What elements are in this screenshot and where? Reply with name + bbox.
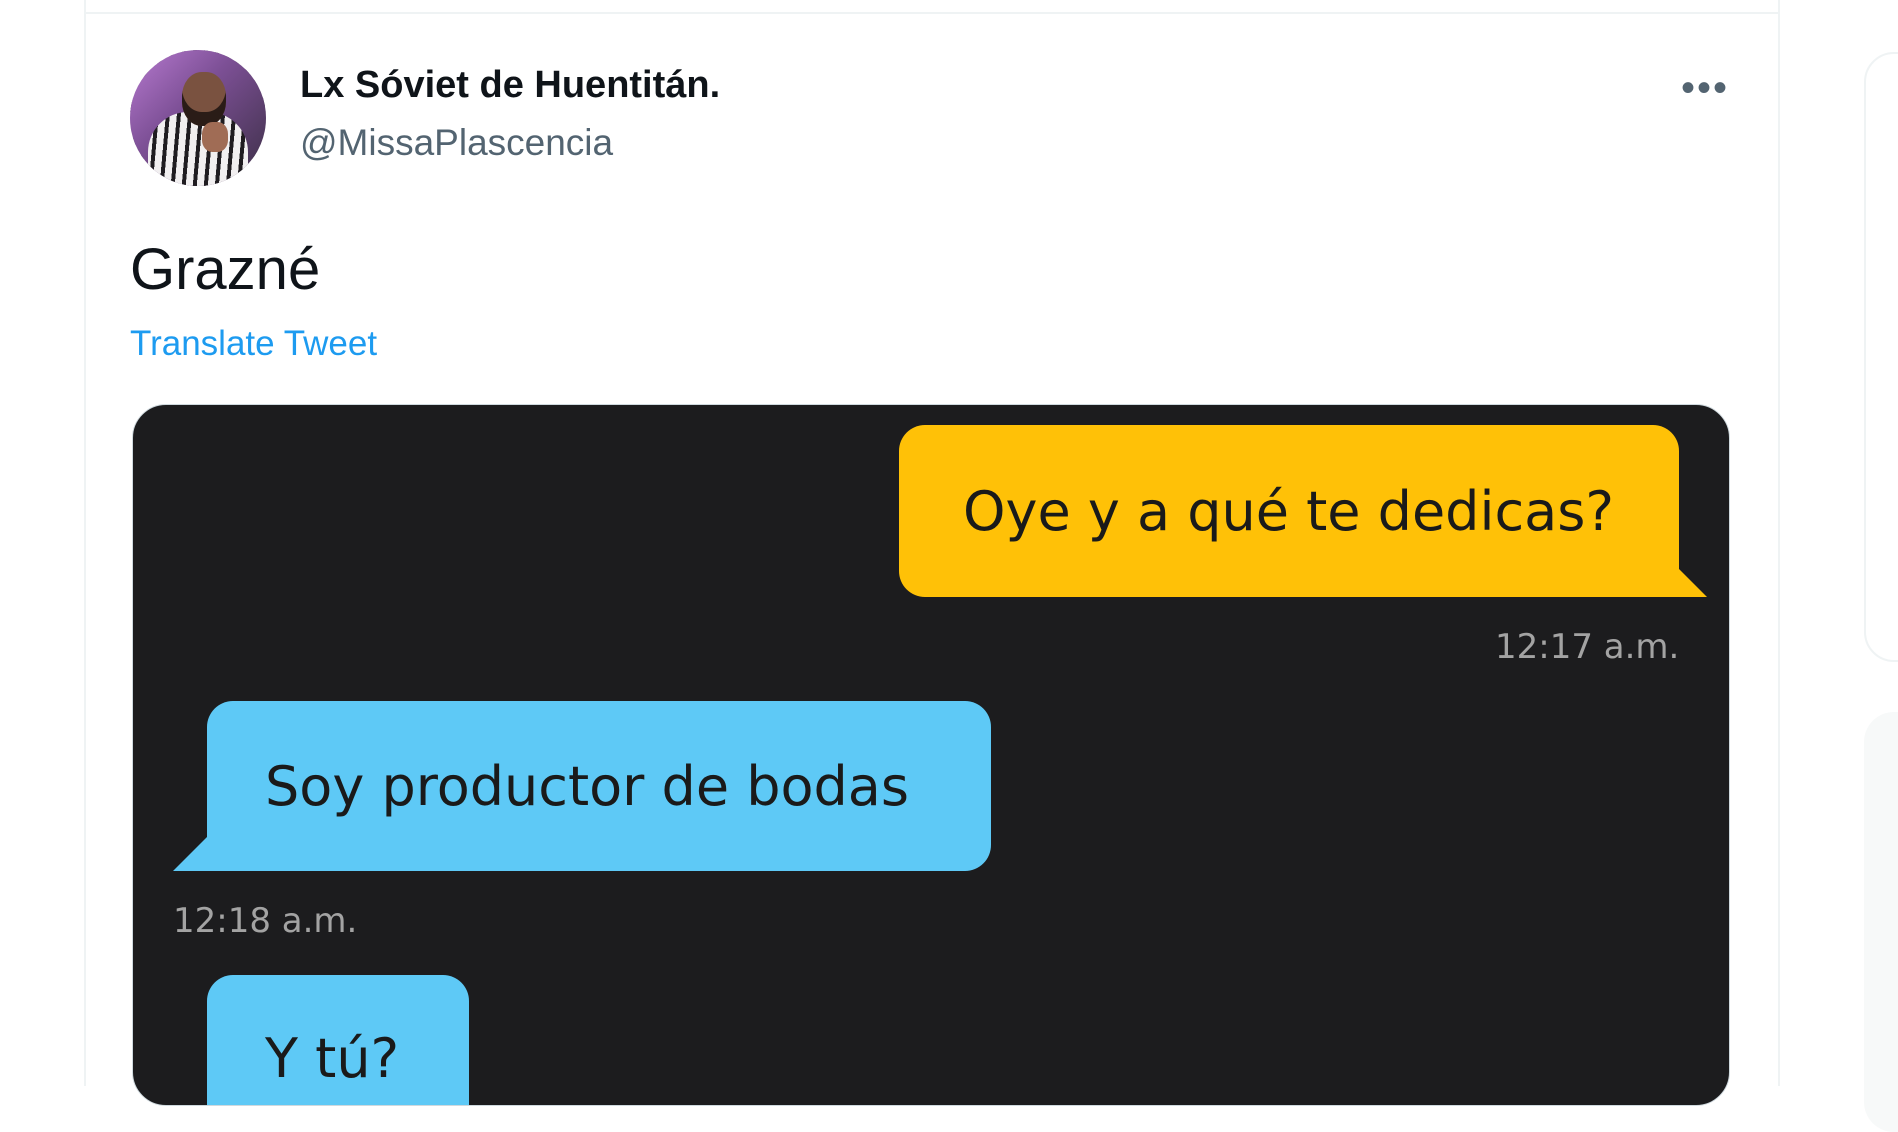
bubble-tail-sent [1673, 563, 1707, 597]
author-handle[interactable]: @MissaPlascencia [300, 122, 613, 164]
bubble-tail-received [173, 837, 207, 871]
author-avatar[interactable] [130, 50, 266, 186]
chat-bubble-received: Soy productor de bodas [207, 701, 991, 871]
more-horizontal-icon: ••• [1680, 66, 1729, 110]
sidebar-card [1864, 52, 1898, 662]
message-timestamp: 12:17 a.m. [1495, 627, 1680, 667]
sidebar-card [1864, 712, 1898, 1132]
message-text: Y tú? [265, 1027, 400, 1090]
tweet-divider [84, 12, 1778, 14]
message-text: Oye y a qué te dedicas? [963, 479, 1615, 543]
tweet-text: Grazné [130, 237, 321, 302]
author-name[interactable]: Lx Sóviet de Huentitán. [300, 64, 720, 107]
chat-bubble-received: Y tú? [207, 975, 469, 1105]
message-text: Soy productor de bodas [265, 754, 910, 818]
more-options-button[interactable]: ••• [1670, 66, 1740, 110]
chat-bubble-sent: Oye y a qué te dedicas? [899, 425, 1679, 597]
message-timestamp: 12:18 a.m. [173, 901, 358, 941]
translate-tweet-link[interactable]: Translate Tweet [130, 324, 377, 364]
tweet-image[interactable]: Oye y a qué te dedicas? 12:17 a.m. Soy p… [132, 404, 1730, 1106]
avatar-hand [202, 122, 228, 152]
avatar-face [182, 72, 226, 126]
